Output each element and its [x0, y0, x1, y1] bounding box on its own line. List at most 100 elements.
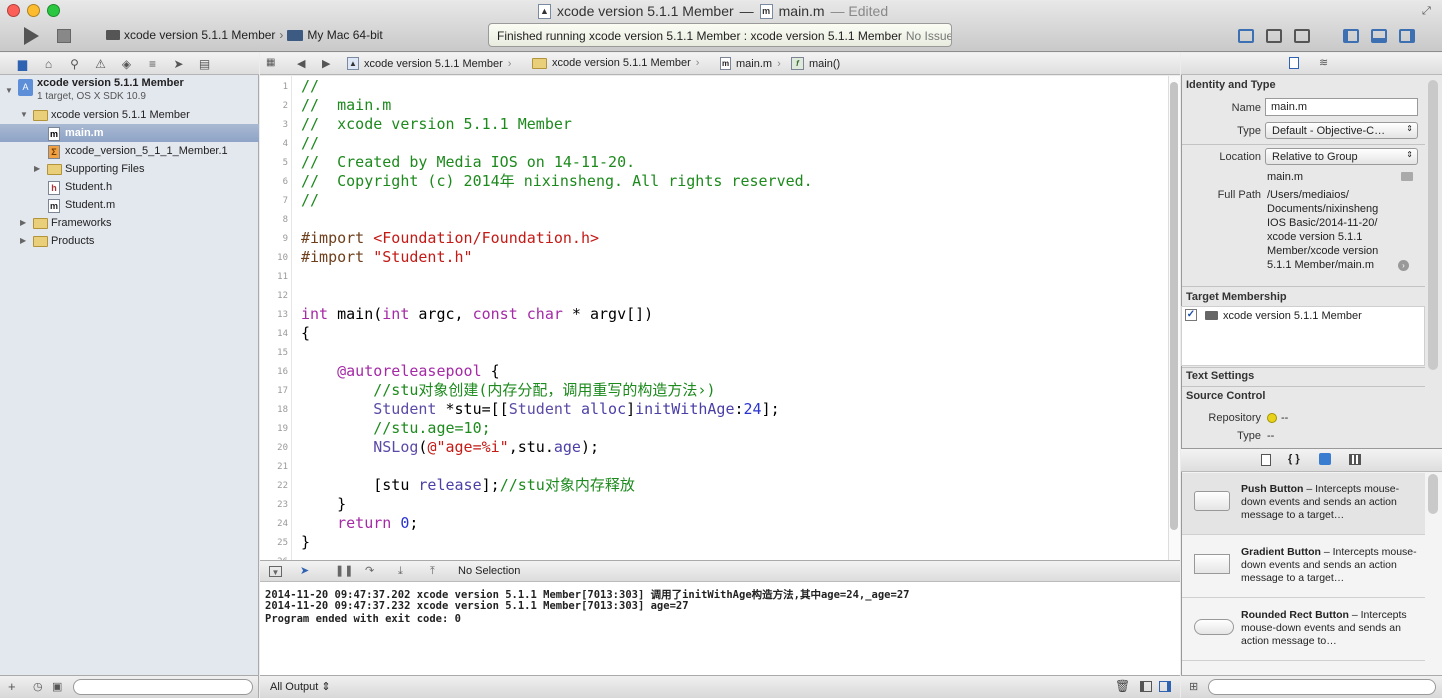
test-icon[interactable]: ◈	[120, 58, 133, 70]
nav-item-student-h[interactable]: h Student.h	[0, 178, 259, 196]
breakpoint-icon[interactable]: ➤	[172, 58, 185, 70]
object-library-icon[interactable]	[1319, 453, 1331, 465]
nav-item-student-m[interactable]: m Student.m	[0, 196, 259, 214]
variables-view-icon[interactable]	[1140, 681, 1152, 692]
full-path-line: 5.1.1 Member/main.m	[1267, 259, 1374, 271]
choose-folder-icon[interactable]	[1401, 172, 1413, 181]
reveal-in-finder-icon[interactable]: ›	[1398, 260, 1409, 271]
jump-crumb-file[interactable]: m main.m ›	[720, 57, 781, 70]
location-file: main.m	[1267, 171, 1304, 183]
file-inspector-icon[interactable]	[1289, 57, 1299, 69]
warning-icon[interactable]: ⚠	[94, 58, 107, 70]
related-items-icon[interactable]: ▦	[266, 57, 275, 68]
folder-icon[interactable]: ▆	[16, 58, 29, 70]
jump-crumb-project[interactable]: ▲ xcode version 5.1.1 Member ›	[347, 57, 511, 70]
pause-icon[interactable]: ❚❚	[335, 566, 353, 577]
step-into-icon[interactable]: ⤓	[398, 566, 410, 577]
search-icon[interactable]: ⚲	[68, 58, 81, 70]
nav-item-manpage[interactable]: Σ xcode_version_5_1_1_Member.1	[0, 142, 259, 160]
debug-icon[interactable]: ≡	[146, 58, 159, 70]
inspector-scrollbar[interactable]	[1428, 80, 1438, 370]
line-number: 13	[277, 310, 288, 320]
fullscreen-icon[interactable]: ⤢	[1422, 5, 1431, 18]
version-editor-icon[interactable]	[1294, 29, 1310, 43]
navigator-toggle-icon[interactable]	[1343, 29, 1359, 43]
text-settings-header[interactable]: Text Settings	[1186, 370, 1254, 382]
assistant-editor-icon[interactable]	[1266, 29, 1282, 43]
add-icon[interactable]: +	[8, 679, 16, 694]
name-field[interactable]: main.m	[1265, 98, 1418, 116]
close-window-button[interactable]	[7, 4, 20, 17]
library-item-gradient-button[interactable]: Gradient Button – Intercepts mouse-down …	[1182, 536, 1425, 598]
nav-item-group[interactable]: ▼ xcode version 5.1.1 Member	[0, 106, 259, 124]
inspector-tabs: ≋	[1181, 53, 1442, 75]
nav-item-main-m[interactable]: m main.m	[0, 124, 259, 142]
code-snippet-icon[interactable]: { }	[1288, 453, 1300, 465]
line-number: 7	[282, 196, 288, 206]
line-number: 9	[282, 234, 288, 244]
recent-files-icon[interactable]: ◷	[33, 680, 43, 693]
library-item-push-button[interactable]: Push Button – Intercepts mouse-down even…	[1182, 473, 1425, 535]
jump-crumb-group[interactable]: xcode version 5.1.1 Member ›	[532, 57, 699, 69]
rounded-rect-button-thumb	[1194, 619, 1234, 635]
jump-crumb-function[interactable]: f main()	[791, 57, 840, 70]
disclosure-triangle-icon[interactable]: ▶	[20, 214, 26, 232]
log-icon[interactable]: ▤	[198, 58, 211, 70]
file-template-icon[interactable]	[1261, 454, 1271, 466]
hide-debug-area-icon[interactable]: ▼	[269, 566, 282, 577]
target-checkbox[interactable]: ✓	[1185, 309, 1197, 321]
source-editor[interactable]: 1 2 3 4 5 6 7 8 9 10 11 12 13 14 15 16 17 18 19 20 21 22 23 24 2…	[260, 76, 1168, 560]
quick-help-icon[interactable]: ≋	[1319, 56, 1328, 69]
breakpoints-toggle-icon[interactable]: ➤	[300, 566, 312, 577]
library-item-rounded-rect-button[interactable]: Rounded Rect Button – Intercepts mouse-d…	[1182, 599, 1425, 661]
step-over-icon[interactable]: ↷	[365, 566, 377, 577]
grid-view-icon[interactable]: ⊞	[1189, 680, 1198, 693]
sc-type-value: --	[1267, 430, 1275, 442]
line-number: 4	[282, 139, 288, 149]
step-out-icon[interactable]: ⤒	[430, 566, 442, 577]
type-popup[interactable]: Default - Objective-C… ⇕	[1265, 122, 1418, 139]
activity-viewer: Finished running xcode version 5.1.1 Mem…	[488, 23, 952, 47]
editor-scroll-thumb[interactable]	[1170, 82, 1178, 530]
console-view-icon[interactable]	[1159, 681, 1171, 692]
code-line: Student *stu=[[Student alloc]initWithAge…	[373, 400, 780, 418]
trash-icon[interactable]: 🗑	[1115, 679, 1130, 693]
disclosure-triangle-icon[interactable]: ▼	[20, 106, 28, 124]
run-button[interactable]	[24, 27, 39, 45]
nav-item-supporting-files[interactable]: ▶ Supporting Files	[0, 160, 259, 178]
navigator-filter-input[interactable]	[73, 679, 253, 695]
line-number: 23	[277, 500, 288, 510]
nav-item-frameworks[interactable]: ▶ Frameworks	[0, 214, 259, 232]
project-name[interactable]: xcode version 5.1.1 Member	[37, 77, 184, 89]
scheme-selector[interactable]: xcode version 5.1.1 Member › My Mac 64-b…	[106, 28, 383, 42]
full-path-line: xcode version 5.1.1	[1267, 231, 1363, 243]
gradient-button-thumb	[1194, 554, 1230, 574]
stop-button[interactable]	[57, 29, 71, 43]
standard-editor-icon[interactable]	[1238, 29, 1254, 43]
back-icon[interactable]: ◀	[297, 57, 305, 70]
library-item-text: Push Button – Intercepts mouse-down even…	[1241, 483, 1400, 521]
disclosure-triangle-icon[interactable]: ▼	[5, 86, 13, 95]
code-line: [stu release];//stu对象内存释放	[301, 476, 635, 494]
library-scrollbar[interactable]	[1428, 474, 1438, 514]
nav-item-products[interactable]: ▶ Products	[0, 232, 259, 250]
line-number: 17	[277, 386, 288, 396]
location-popup[interactable]: Relative to Group ⇕	[1265, 148, 1418, 165]
repository-label: Repository	[1208, 412, 1261, 424]
library-filter-input[interactable]	[1208, 679, 1436, 695]
debug-area-toggle-icon[interactable]	[1371, 29, 1387, 43]
source-control-filter-icon[interactable]: ▣	[52, 680, 62, 693]
full-path-line: IOS Basic/2014-11-20/	[1267, 217, 1378, 229]
line-number: 19	[277, 424, 288, 434]
utilities-toggle-icon[interactable]	[1399, 29, 1415, 43]
console-output[interactable]: 2014-11-20 09:47:37.202 xcode version 5.…	[260, 582, 1180, 675]
forward-icon[interactable]: ▶	[322, 57, 330, 70]
disclosure-triangle-icon[interactable]: ▶	[20, 232, 26, 250]
media-library-icon[interactable]	[1349, 454, 1361, 465]
output-filter-popup[interactable]: All Output ⇕	[270, 680, 331, 693]
symbol-icon[interactable]: ⌂	[42, 58, 55, 70]
minimize-window-button[interactable]	[27, 4, 40, 17]
disclosure-triangle-icon[interactable]: ▶	[34, 160, 40, 178]
project-icon: A	[18, 79, 33, 96]
zoom-window-button[interactable]	[47, 4, 60, 17]
